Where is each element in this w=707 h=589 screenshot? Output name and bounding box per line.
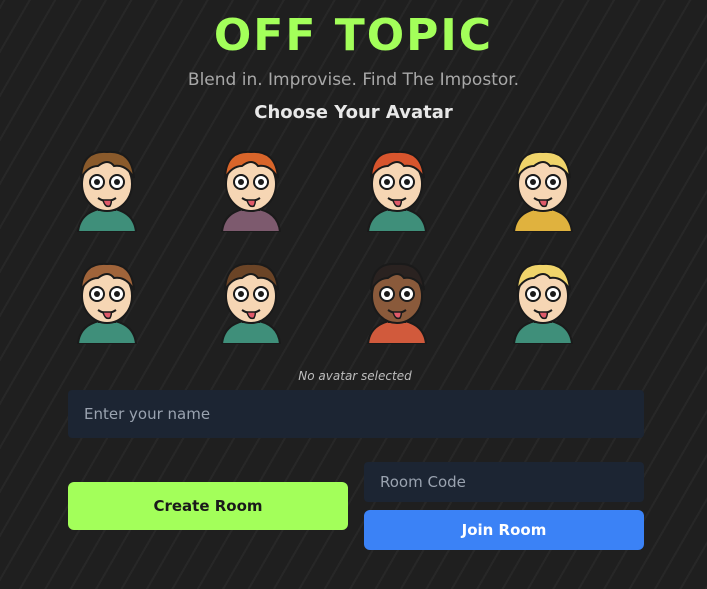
avatar-face-icon (220, 150, 282, 232)
avatar-face-icon (366, 150, 428, 232)
avatar-section-heading: Choose Your Avatar (254, 102, 453, 123)
name-input[interactable] (68, 390, 644, 438)
avatar-teal-cap-tongue[interactable] (504, 140, 582, 232)
avatar-brown-hair-tongue[interactable] (68, 252, 146, 344)
join-room-button[interactable]: Join Room (364, 510, 644, 550)
avatar-face-icon (512, 150, 574, 232)
room-code-input[interactable] (364, 462, 644, 502)
app-root: OFF TOPIC Blend in. Improvise. Find The … (0, 0, 707, 589)
avatar-selection-status: No avatar selected (298, 369, 412, 383)
avatar-face-icon (366, 262, 428, 344)
tagline: Blend in. Improvise. Find The Impostor. (187, 70, 520, 90)
avatar-peace-sign-redhair[interactable] (358, 140, 436, 232)
avatar-suspicious-brunette[interactable] (212, 252, 290, 344)
avatar-face-icon (512, 262, 574, 344)
create-room-button[interactable]: Create Room (68, 482, 348, 530)
avatar-face-icon (76, 262, 138, 344)
avatar-winking-tongue[interactable] (68, 140, 146, 232)
game-title: OFF TOPIC (213, 10, 494, 61)
avatar-curly-thinking[interactable] (358, 252, 436, 344)
avatar-glasses-blonde[interactable] (504, 252, 582, 344)
avatar-surprised-redhead[interactable] (212, 140, 290, 232)
avatar-face-icon (220, 262, 282, 344)
avatar-face-icon (76, 150, 138, 232)
